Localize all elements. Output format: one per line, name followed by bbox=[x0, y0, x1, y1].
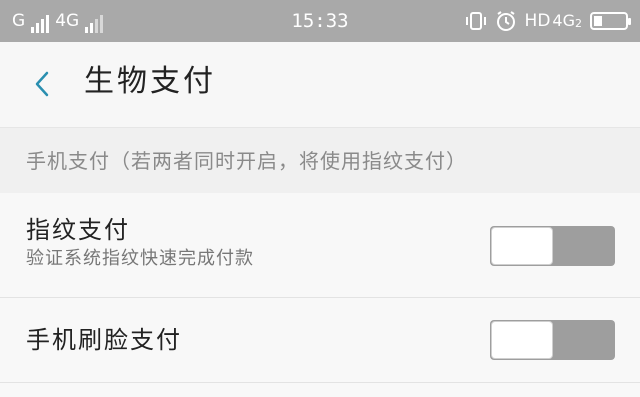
network-type-right-label: 4G bbox=[552, 11, 575, 30]
hd-label: HD bbox=[524, 11, 551, 31]
alarm-icon bbox=[496, 11, 515, 31]
sim-index-label: 2 bbox=[575, 17, 582, 30]
app-header: 生物支付 bbox=[0, 42, 640, 127]
toggle-knob bbox=[492, 228, 552, 264]
section-header: 手机支付（若两者同时开启，将使用指纹支付） bbox=[0, 127, 640, 193]
setting-title: 手机刷脸支付 bbox=[26, 326, 182, 354]
back-button[interactable] bbox=[22, 60, 62, 108]
chevron-left-icon bbox=[35, 71, 49, 97]
section-label: 手机支付（若两者同时开启，将使用指纹支付） bbox=[26, 149, 467, 173]
setting-row-fingerprint-pay[interactable]: 指纹支付 验证系统指纹快速完成付款 bbox=[0, 193, 640, 298]
screen: G 4G 15:33 HD 4G 2 生物支付 手机支付（若两者同时开启，将使用… bbox=[0, 0, 640, 397]
status-right: HD 4G 2 bbox=[465, 8, 631, 34]
page-title: 生物支付 bbox=[84, 64, 216, 99]
battery-icon bbox=[590, 12, 631, 30]
toggle-knob bbox=[492, 322, 552, 358]
settings-list: 指纹支付 验证系统指纹快速完成付款 手机刷脸支付 bbox=[0, 193, 640, 397]
setting-subtitle: 验证系统指纹快速完成付款 bbox=[26, 248, 254, 269]
setting-title: 指纹支付 bbox=[26, 216, 130, 244]
fingerprint-pay-toggle[interactable] bbox=[490, 226, 615, 266]
face-pay-toggle[interactable] bbox=[490, 320, 615, 360]
setting-row-face-pay[interactable]: 手机刷脸支付 bbox=[0, 298, 640, 383]
vibrate-icon bbox=[465, 12, 486, 30]
status-bar: G 4G 15:33 HD 4G 2 bbox=[0, 0, 640, 42]
network-type-right: 4G 2 bbox=[552, 11, 582, 30]
